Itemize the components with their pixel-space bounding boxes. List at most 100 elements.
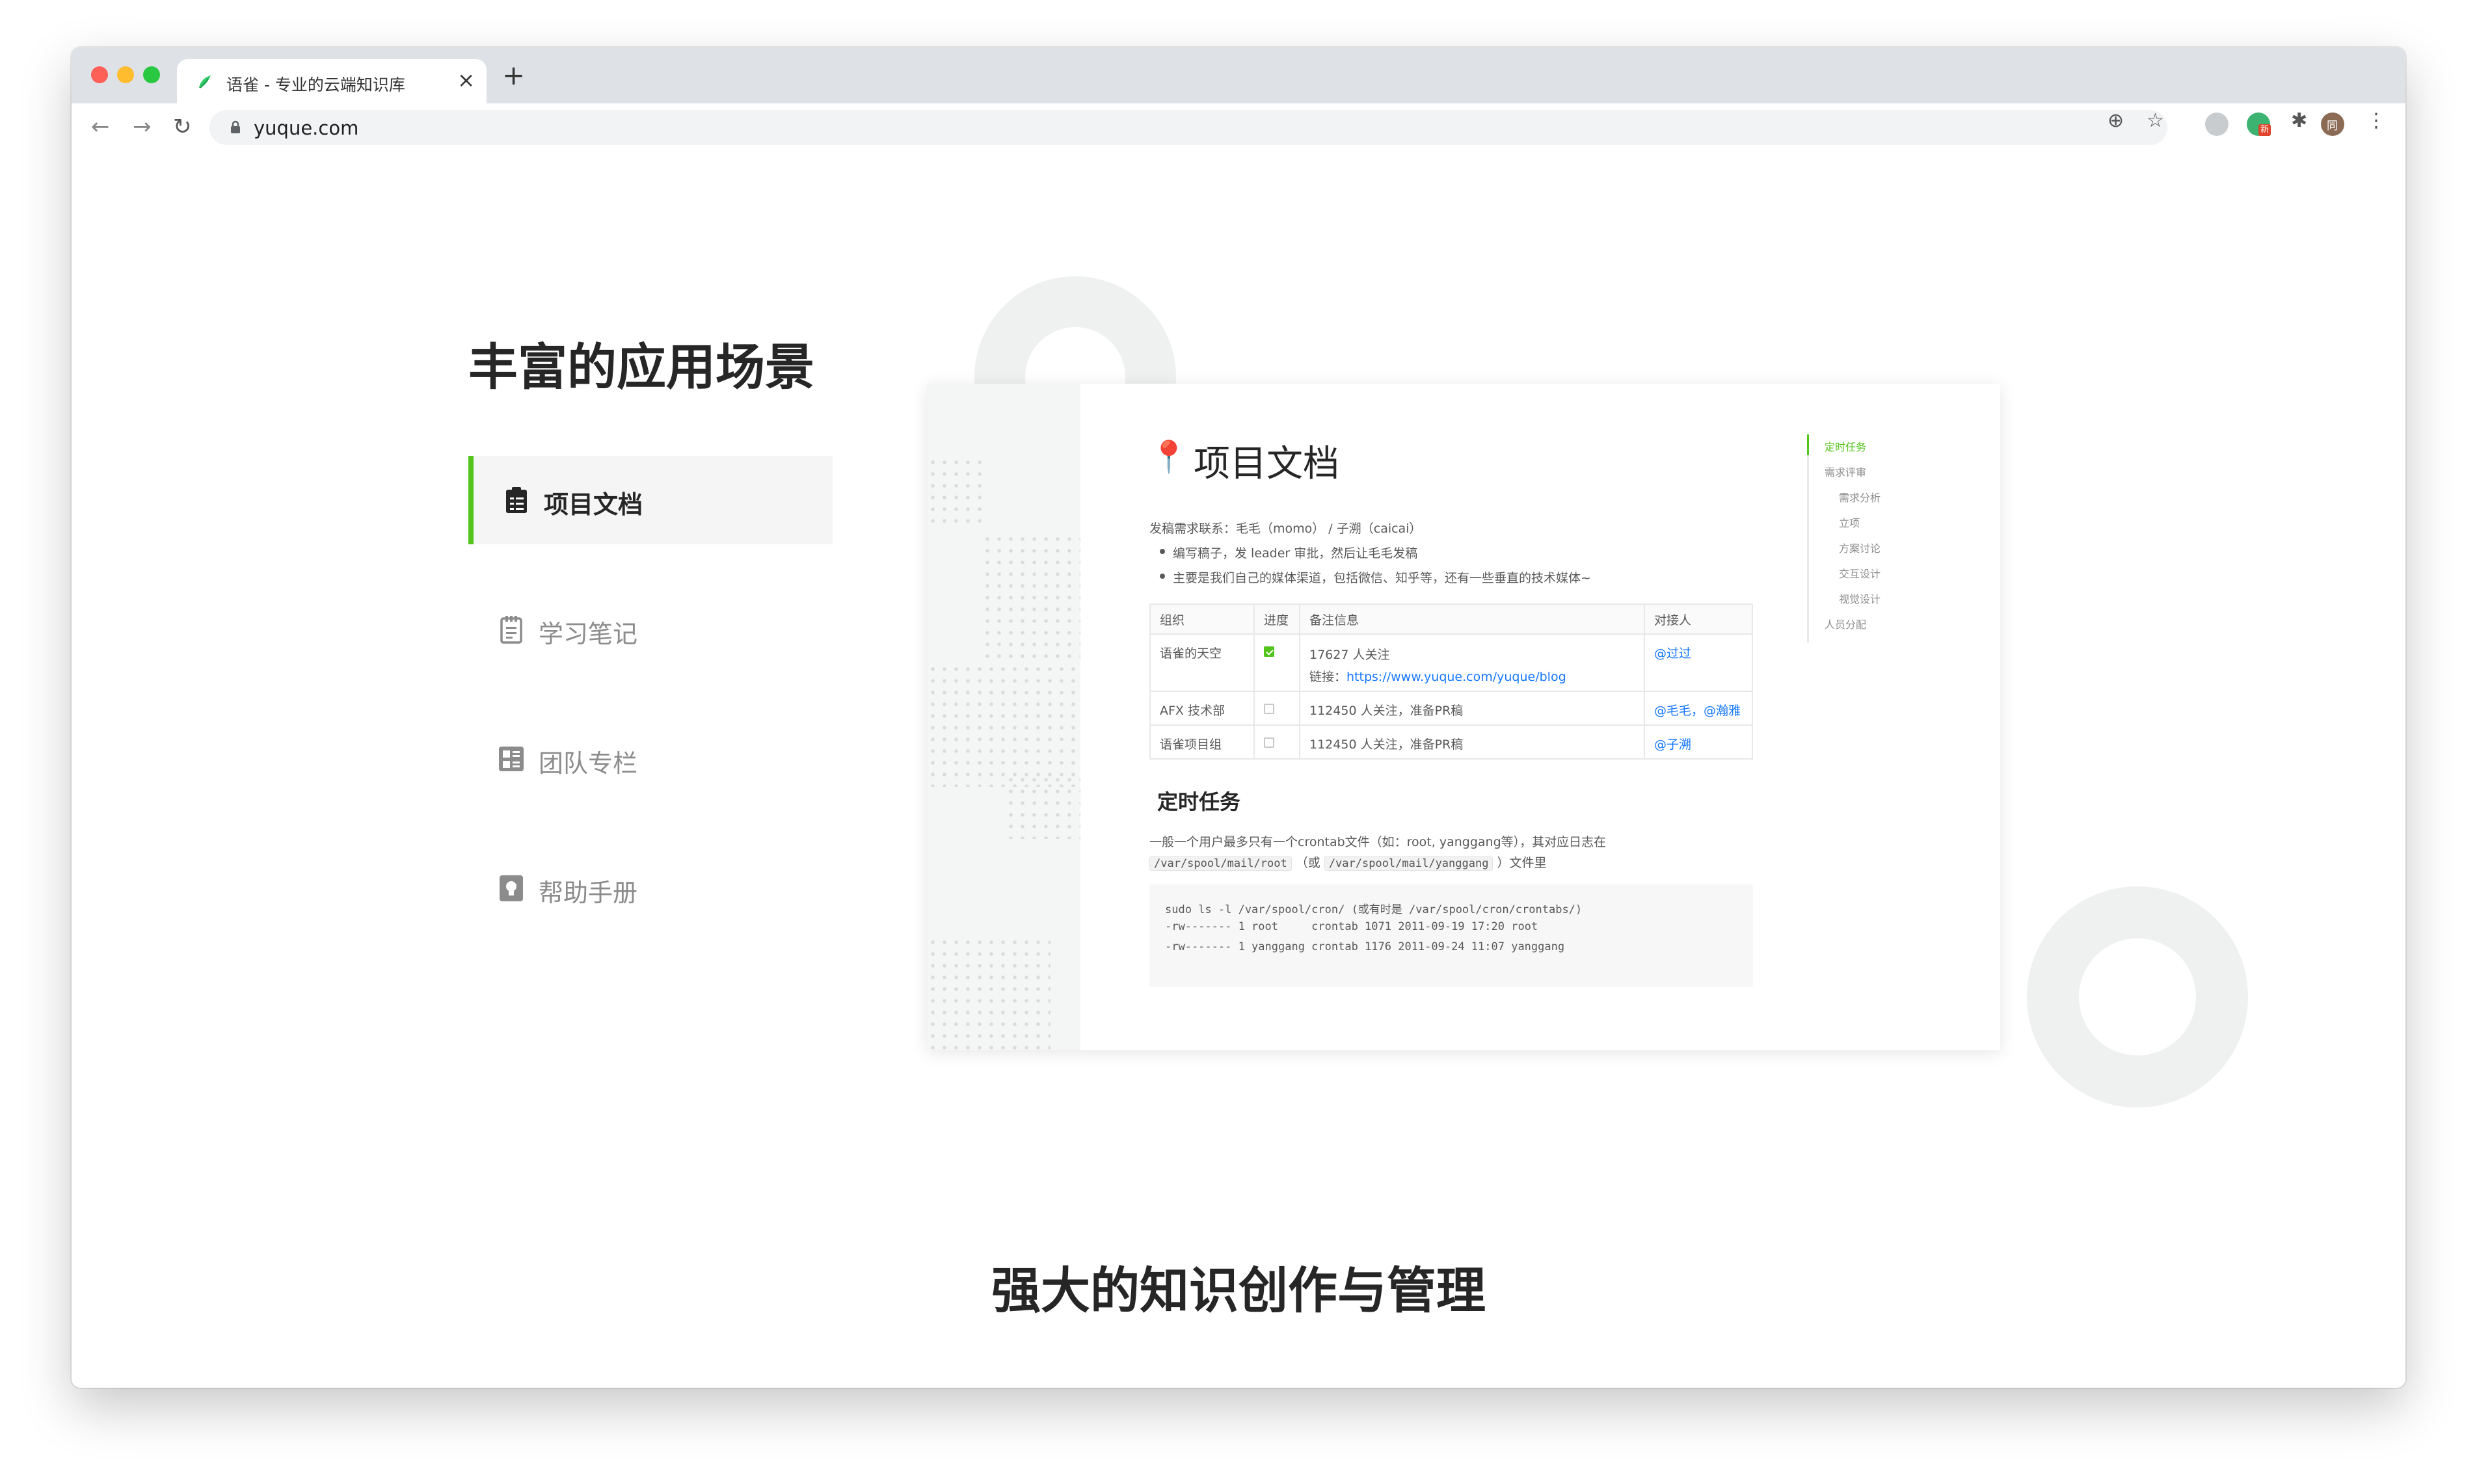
lock-icon bbox=[231, 120, 240, 133]
table-cell: AFX 技术部 bbox=[1149, 691, 1255, 726]
table-cell bbox=[1253, 633, 1300, 692]
paragraph-or: （或 bbox=[1295, 856, 1320, 870]
section-heading: 定时任务 bbox=[1157, 789, 1241, 814]
document-preview-card: 📍 项目文档 发稿需求联系：毛毛（momo） / 子溯（caicai） 编写稿子… bbox=[927, 384, 2000, 1050]
toc-item[interactable]: 立项 bbox=[1839, 514, 1860, 530]
pin-icon: 📍 bbox=[1149, 439, 1188, 475]
tab-bar: 语雀 - 专业的云端知识库 × + bbox=[72, 47, 2405, 103]
table-header: 进度 bbox=[1253, 603, 1300, 635]
menu-item-label: 学习笔记 bbox=[539, 620, 638, 648]
table-row: 语雀项目组 112450 人关注，准备PR稿 @子溯 bbox=[1149, 724, 1753, 760]
blog-link[interactable]: https://www.yuque.com/yuque/blog bbox=[1346, 670, 1566, 684]
address-bar[interactable]: yuque.com bbox=[209, 110, 2167, 145]
back-icon[interactable]: ← bbox=[91, 114, 110, 140]
checkbox-unchecked[interactable] bbox=[1264, 737, 1274, 748]
more-menu-icon[interactable]: ⋮ bbox=[2366, 110, 2386, 132]
dot-pattern bbox=[1005, 774, 1080, 839]
browser-window: 语雀 - 专业的云端知识库 × + ← → ↻ yuque.com ⊕ ☆ 新 … bbox=[72, 47, 2405, 1388]
toc-item[interactable]: 人员分配 bbox=[1825, 616, 1866, 631]
dot-pattern bbox=[927, 457, 982, 529]
page-content: 丰富的应用场景 项目文档 学习笔记 团队专栏 帮助手册 📍 项目文档 发稿需求联… bbox=[72, 152, 2405, 1388]
maximize-window-button[interactable] bbox=[143, 66, 160, 83]
minimize-window-button[interactable] bbox=[117, 66, 134, 83]
checkbox-checked[interactable] bbox=[1264, 646, 1274, 657]
extension-green-icon[interactable]: 新 bbox=[2247, 113, 2271, 136]
forward-icon[interactable]: → bbox=[133, 114, 152, 140]
table-row: AFX 技术部 112450 人关注，准备PR稿 @毛毛，@瀚雅 bbox=[1149, 691, 1753, 726]
new-tab-button[interactable]: + bbox=[502, 62, 525, 89]
bullet-dot bbox=[1160, 549, 1165, 554]
bottom-section-title: 强大的知识创作与管理 bbox=[991, 1262, 1486, 1319]
layout-grid-icon bbox=[499, 747, 524, 771]
toc-item[interactable]: 需求评审 bbox=[1825, 464, 1866, 479]
menu-item-team-column[interactable]: 团队专栏 bbox=[468, 715, 833, 803]
tab-yuque[interactable]: 语雀 - 专业的云端知识库 × bbox=[177, 59, 487, 103]
bullet-text: 编写稿子，发 leader 审批，然后让毛毛发稿 bbox=[1173, 546, 1418, 561]
contact-mention[interactable]: @过过 bbox=[1644, 633, 1753, 692]
extension-badge: 新 bbox=[2258, 124, 2271, 136]
tab-title: 语雀 - 专业的云端知识库 bbox=[226, 75, 405, 94]
contact-mention[interactable]: @毛毛，@瀚雅 bbox=[1644, 691, 1753, 726]
avatar-initial: 同 bbox=[2327, 120, 2338, 133]
browser-toolbar: ← → ↻ yuque.com ⊕ ☆ 新 ✱ 同 ⋮ bbox=[72, 103, 2405, 153]
toc-item[interactable]: 需求分析 bbox=[1839, 489, 1881, 505]
dot-pattern bbox=[982, 533, 1080, 663]
dot-pattern bbox=[927, 663, 1080, 787]
code-line: sudo ls -l /var/spool/cron/ (或有时是 /var/s… bbox=[1165, 903, 1583, 916]
table-cell bbox=[1253, 724, 1300, 760]
table-cell: 112450 人关注，准备PR稿 bbox=[1299, 724, 1645, 760]
toc-item[interactable]: 方案讨论 bbox=[1839, 540, 1881, 555]
menu-item-label: 帮助手册 bbox=[539, 879, 638, 907]
table-header-row: 组织 进度 备注信息 对接人 bbox=[1149, 603, 1753, 635]
paragraph: 一般一个用户最多只有一个crontab文件（如：root, yanggang等）… bbox=[1149, 835, 1607, 849]
menu-item-label: 团队专栏 bbox=[539, 749, 638, 778]
inline-code: /var/spool/mail/yanggang bbox=[1324, 856, 1493, 871]
toc-item[interactable]: 视觉设计 bbox=[1839, 590, 1881, 606]
avatar[interactable]: 同 bbox=[2321, 113, 2344, 136]
bookmark-star-icon[interactable]: ☆ bbox=[2147, 110, 2164, 132]
paragraph-paths: /var/spool/mail/root （或 /var/spool/mail/… bbox=[1149, 853, 1547, 871]
close-window-button[interactable] bbox=[91, 66, 108, 83]
add-icon[interactable]: ⊕ bbox=[2108, 110, 2124, 132]
checkbox-unchecked[interactable] bbox=[1264, 704, 1274, 714]
table-header: 备注信息 bbox=[1299, 603, 1645, 635]
reload-icon[interactable]: ↻ bbox=[173, 114, 192, 140]
table-cell: 112450 人关注，准备PR稿 bbox=[1299, 691, 1645, 726]
contact-mention[interactable]: @子溯 bbox=[1644, 724, 1753, 760]
table-of-contents: 定时任务 需求评审 需求分析 立项 方案讨论 交互设计 视觉设计 人员分配 bbox=[1807, 434, 1939, 643]
menu-item-help-manual[interactable]: 帮助手册 bbox=[468, 844, 833, 933]
url-text: yuque.com bbox=[254, 117, 359, 139]
card-side-panel bbox=[927, 384, 1080, 1050]
lightbulb-icon bbox=[500, 875, 523, 901]
toc-item[interactable]: 交互设计 bbox=[1839, 565, 1881, 581]
extension-globe-icon[interactable] bbox=[2205, 113, 2229, 136]
table-header: 组织 bbox=[1149, 603, 1255, 635]
code-block: sudo ls -l /var/spool/cron/ (或有时是 /var/s… bbox=[1149, 884, 1753, 987]
tab-close-icon[interactable]: × bbox=[457, 68, 475, 92]
table-header: 对接人 bbox=[1644, 603, 1753, 635]
table-row: 语雀的天空 17627 人关注 链接：https://www.yuque.com… bbox=[1149, 633, 1753, 692]
decoration-ring bbox=[2027, 886, 2248, 1107]
dot-pattern bbox=[927, 936, 1051, 1050]
table-cell: 语雀项目组 bbox=[1149, 724, 1255, 760]
menu-item-project-docs[interactable]: 项目文档 bbox=[468, 456, 833, 544]
paragraph-end: ）文件里 bbox=[1497, 856, 1547, 870]
table-cell: 语雀的天空 bbox=[1149, 633, 1255, 692]
toc-item[interactable]: 定时任务 bbox=[1825, 438, 1866, 454]
toc-active-indicator bbox=[1807, 434, 1809, 455]
doc-title: 项目文档 bbox=[1194, 443, 1339, 485]
inline-code: /var/spool/mail/root bbox=[1149, 856, 1292, 871]
code-line: -rw------- 1 yanggang crontab 1176 2011-… bbox=[1165, 940, 1565, 953]
menu-item-study-notes[interactable]: 学习笔记 bbox=[468, 585, 833, 674]
note-text: 17627 人关注 bbox=[1309, 648, 1390, 662]
yuque-logo-icon bbox=[199, 75, 211, 88]
notebook-icon bbox=[500, 616, 522, 644]
contact-line: 发稿需求联系：毛毛（momo） / 子溯（caicai） bbox=[1149, 522, 1422, 536]
bullet-dot bbox=[1160, 574, 1165, 579]
clipboard-icon bbox=[506, 487, 527, 513]
puzzle-icon[interactable]: ✱ bbox=[2291, 110, 2307, 132]
menu-item-label: 项目文档 bbox=[544, 490, 643, 519]
code-line: -rw------- 1 root crontab 1071 2011-09-1… bbox=[1165, 920, 1538, 933]
link-line: 链接：https://www.yuque.com/yuque/blog bbox=[1309, 666, 1635, 688]
link-label: 链接： bbox=[1309, 670, 1347, 684]
